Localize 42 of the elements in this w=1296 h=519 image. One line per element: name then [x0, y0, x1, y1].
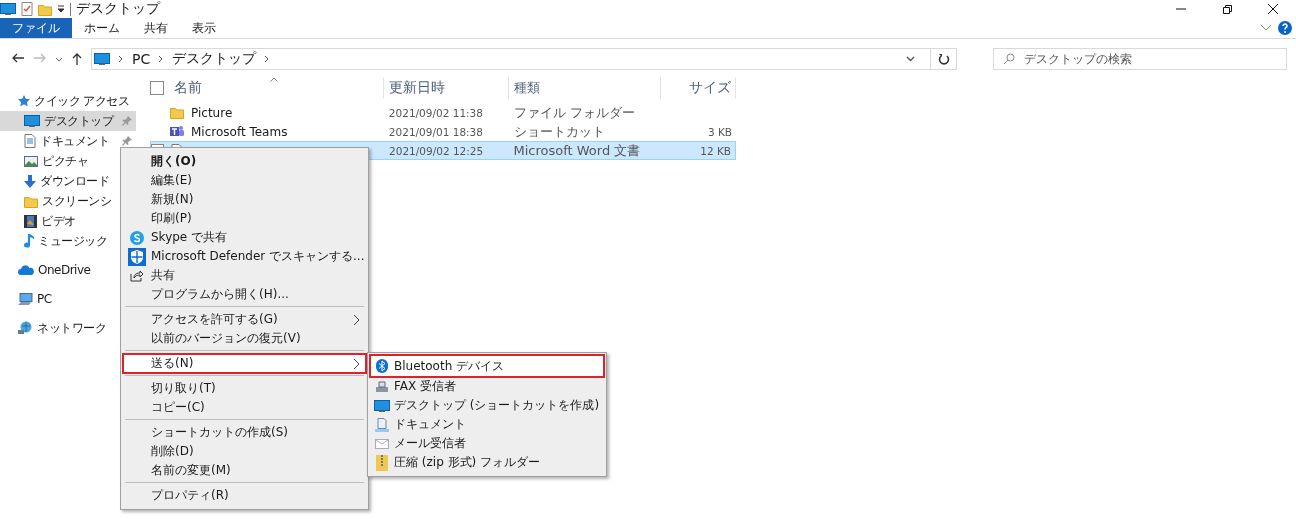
column-header[interactable]: 名前 [150, 77, 384, 99]
file-row[interactable]: Picture 2021/09/02 11:38 ファイル フォルダー [150, 103, 736, 122]
sidebar-item[interactable]: デスクトップ [0, 111, 136, 131]
file-type: Microsoft Word 文書 [512, 142, 642, 159]
menu-item[interactable]: 削除(D) [123, 442, 366, 461]
sidebar-item[interactable]: ドキュメント [0, 131, 136, 151]
ribbon-tab[interactable]: ホーム [72, 18, 132, 38]
modified-date: 2021/09/02 11:38 [387, 105, 484, 121]
modified-date: 2021/09/02 12:25 [388, 143, 485, 159]
breadcrumb[interactable]: デスクトップ [172, 50, 257, 68]
ribbon-tab[interactable]: ファイル [0, 18, 72, 38]
menu-item[interactable]: メール受信者 [370, 434, 604, 453]
modified-date: 2021/09/01 18:38 [387, 124, 484, 140]
menu-item[interactable]: ドキュメント [370, 415, 604, 434]
menu-item[interactable]: Bluetooth デバイス [370, 355, 604, 377]
sidebar-item[interactable]: クイック アクセス [0, 91, 136, 111]
menu-item[interactable]: ショートカットの作成(S) [123, 423, 366, 442]
file-size: 3 KB [706, 124, 733, 140]
file-name[interactable]: Picture [191, 105, 233, 120]
menu-item[interactable]: 圧縮 (zip 形式) フォルダー [370, 453, 604, 472]
column-header[interactable]: 更新日時 [383, 77, 509, 99]
menu-item[interactable]: 切り取り(T) [123, 379, 366, 398]
column-header[interactable]: 種類 [508, 77, 661, 99]
ribbon-tab[interactable]: 表示 [180, 18, 228, 38]
address-bar[interactable]: PC デスクトップ [91, 48, 957, 70]
file-row[interactable]: Microsoft Teams 2021/09/01 18:38 ショートカット 3 KB [150, 122, 736, 141]
column-header-label: 名前 [174, 79, 202, 97]
menu-item[interactable]: デスクトップ (ショートカットを作成) [370, 396, 604, 415]
column-header[interactable]: サイズ [660, 77, 736, 99]
file-size: 12 KB [699, 143, 732, 159]
file-name[interactable]: Microsoft Teams [191, 124, 288, 139]
breadcrumb[interactable]: PC [132, 51, 151, 67]
menu-item[interactable]: 名前の変更(M) [123, 461, 366, 480]
window-title: デスクトップ [76, 0, 160, 18]
file-type: ファイル フォルダー [512, 103, 636, 122]
file-type: ショートカット [512, 122, 606, 141]
ribbon-tab[interactable]: 共有 [132, 18, 180, 38]
menu-item[interactable]: FAX 受信者 [370, 377, 604, 396]
menu-item[interactable]: プロパティ(R) [123, 486, 366, 505]
search-field[interactable]: デスクトップの検索 [993, 48, 1287, 70]
menu-item[interactable]: コピー(C) [123, 398, 366, 417]
menu-item[interactable]: 送る(N) [123, 354, 366, 373]
